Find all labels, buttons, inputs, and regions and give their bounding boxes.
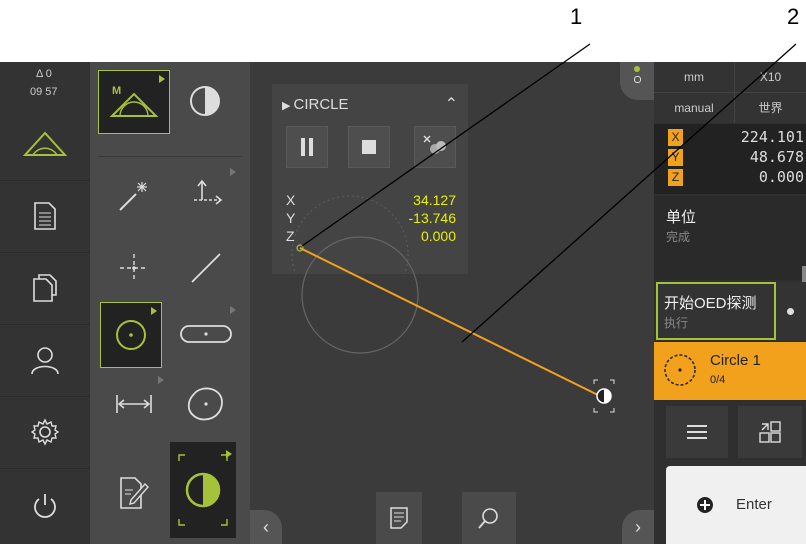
callout-line-2	[461, 43, 797, 343]
callout-lines	[301, 43, 797, 343]
callout-line-1	[301, 43, 591, 247]
